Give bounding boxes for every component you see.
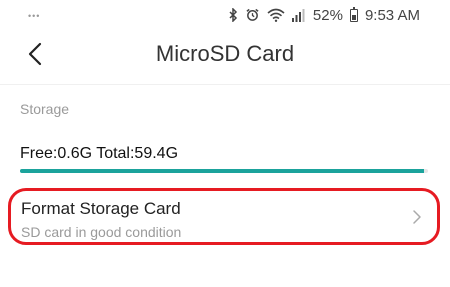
status-bar: ••• 52% 9:53 AM bbox=[0, 0, 450, 28]
bluetooth-icon bbox=[229, 8, 237, 22]
signal-icon bbox=[291, 9, 305, 22]
clock: 9:53 AM bbox=[364, 6, 420, 24]
storage-progress-bar bbox=[20, 169, 428, 173]
storage-progress-fill bbox=[20, 169, 424, 173]
sd-card-status: SD card in good condition bbox=[21, 224, 182, 240]
storage-summary: Free:0.6G Total:59.4G bbox=[20, 145, 179, 162]
alarm-icon bbox=[246, 8, 259, 21]
wifi-icon bbox=[267, 8, 285, 22]
storage-section-label: Storage bbox=[20, 101, 70, 117]
microsd-card-screen: ••• 52% 9:53 AM MicroSD Card Storage Fre… bbox=[0, 0, 450, 287]
notification-dots: ••• bbox=[28, 11, 41, 21]
chevron-right-icon bbox=[413, 210, 421, 224]
battery-percent: 52% bbox=[312, 6, 343, 24]
header-divider bbox=[0, 84, 450, 85]
header: MicroSD Card bbox=[0, 30, 450, 78]
format-storage-card-title: Format Storage Card bbox=[21, 199, 181, 218]
status-icons: 52% 9:53 AM bbox=[229, 6, 420, 24]
format-storage-card-item[interactable]: Format Storage Card SD card in good cond… bbox=[8, 188, 440, 245]
page-title: MicroSD Card bbox=[155, 41, 295, 66]
battery-icon bbox=[349, 6, 358, 22]
